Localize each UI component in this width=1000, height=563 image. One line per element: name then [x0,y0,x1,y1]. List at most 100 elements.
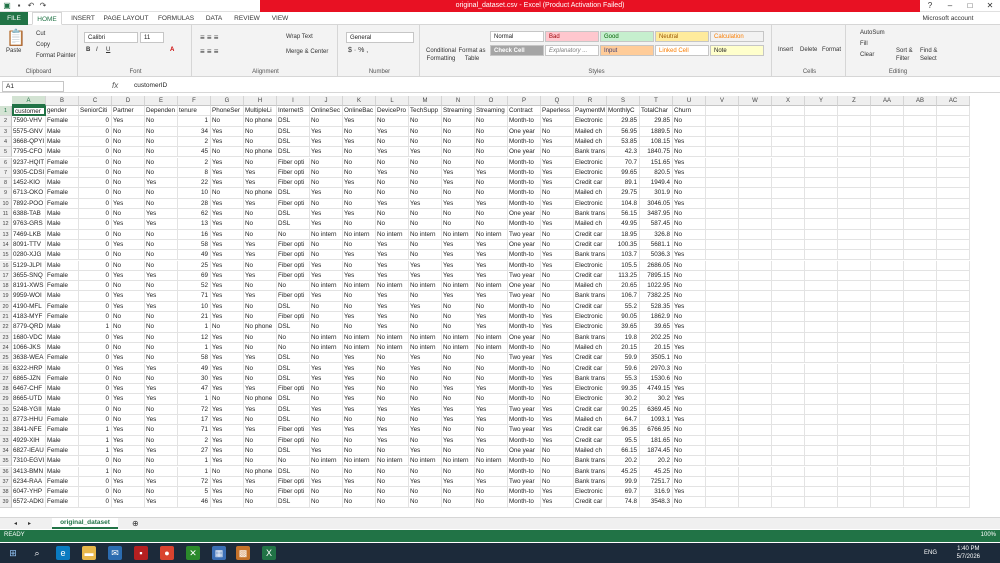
data-cell[interactable] [937,445,970,457]
data-cell[interactable]: 0 [79,476,112,488]
row-header[interactable]: 32 [0,425,12,436]
data-cell[interactable]: No [145,435,178,446]
data-cell[interactable]: No [475,126,508,137]
data-cell[interactable]: No [409,497,442,508]
data-cell[interactable] [772,178,805,189]
data-cell[interactable] [772,415,805,426]
column-header[interactable]: S [607,96,640,106]
data-cell[interactable] [904,476,937,488]
data-cell[interactable] [706,188,739,199]
data-cell[interactable]: Yes [376,126,409,137]
data-cell[interactable] [838,435,871,446]
data-cell[interactable]: No [673,260,706,271]
column-header[interactable]: Q [541,96,574,106]
data-cell[interactable]: Yes [310,209,343,220]
data-cell[interactable]: Yes [112,394,145,405]
data-cell[interactable]: Male [46,260,79,271]
data-cell[interactable] [937,167,970,179]
style-check-cell[interactable]: Check Cell [490,45,544,56]
format-cells-button[interactable]: Format [822,47,841,53]
data-cell[interactable]: 8665-UTD [12,394,46,405]
data-cell[interactable]: Yes [112,425,145,436]
data-cell[interactable]: No [442,466,475,477]
data-cell[interactable]: No [244,445,277,457]
data-cell[interactable]: Male [46,147,79,158]
data-cell[interactable]: 62 [178,209,211,220]
data-cell[interactable]: Month-to [508,373,541,385]
data-cell[interactable]: No [673,229,706,240]
data-cell[interactable]: No intern [409,456,442,467]
data-cell[interactable]: 0 [79,250,112,261]
data-cell[interactable]: 99.65 [607,167,640,179]
data-cell[interactable] [805,394,838,405]
data-cell[interactable]: 58 [178,239,211,251]
data-cell[interactable]: Credit car [574,270,607,282]
data-cell[interactable]: 0 [79,260,112,271]
data-cell[interactable] [904,126,937,137]
data-cell[interactable]: Yes [310,404,343,415]
column-header[interactable]: W [739,96,772,106]
column-header[interactable]: M [409,96,442,106]
data-cell[interactable]: 58 [178,353,211,364]
data-cell[interactable]: Yes [310,188,343,199]
data-cell[interactable]: No intern [343,456,376,467]
data-cell[interactable]: Electronic [574,260,607,271]
data-cell[interactable]: 9959-WOI [12,291,46,302]
data-cell[interactable] [904,363,937,374]
data-cell[interactable]: One year [508,126,541,137]
data-cell[interactable]: 0 [79,394,112,405]
data-cell[interactable]: Yes [244,167,277,179]
data-cell[interactable] [937,136,970,148]
data-cell[interactable]: 69.7 [607,487,640,498]
data-cell[interactable] [706,250,739,261]
data-cell[interactable]: Male [46,229,79,240]
data-cell[interactable]: Month-to [508,363,541,374]
data-cell[interactable] [937,188,970,199]
data-cell[interactable]: Yes [343,373,376,385]
data-cell[interactable]: Yes [673,487,706,498]
data-cell[interactable]: No intern [343,229,376,240]
data-cell[interactable]: No [409,373,442,385]
data-cell[interactable]: Month-to [508,116,541,127]
data-cell[interactable] [838,116,871,127]
data-cell[interactable] [904,497,937,508]
style-linked-cell[interactable]: Linked Cell [655,45,709,56]
data-cell[interactable]: Yes [112,363,145,374]
data-cell[interactable]: Yes [211,198,244,209]
wrap-text-button[interactable]: Wrap Text [286,34,313,40]
data-cell[interactable]: No [475,363,508,374]
data-cell[interactable]: DSL [277,445,310,457]
data-cell[interactable] [706,476,739,488]
data-cell[interactable]: Bank trans [574,291,607,302]
data-cell[interactable]: Yes [211,157,244,168]
data-cell[interactable]: No [343,301,376,312]
data-cell[interactable]: 20.65 [607,281,640,292]
data-cell[interactable]: DSL [277,353,310,364]
data-cell[interactable]: Female [46,116,79,127]
data-cell[interactable]: No [541,456,574,467]
xbox-icon[interactable]: ✕ [186,546,200,560]
data-cell[interactable]: 1093.1 [640,415,673,426]
data-cell[interactable]: Yes [541,250,574,261]
data-cell[interactable] [871,136,904,148]
row-header[interactable]: 28 [0,384,12,395]
data-cell[interactable]: Yes [673,394,706,405]
data-cell[interactable]: 151.65 [640,157,673,168]
data-cell[interactable]: 0 [79,291,112,302]
data-cell[interactable] [904,229,937,240]
data-cell[interactable]: 0 [79,188,112,199]
data-cell[interactable]: No [673,456,706,467]
data-cell[interactable] [838,445,871,457]
data-cell[interactable]: 4183-MYF [12,312,46,323]
data-cell[interactable]: No [145,260,178,271]
data-cell[interactable] [706,435,739,446]
data-cell[interactable] [937,487,970,498]
data-cell[interactable]: No intern [376,332,409,343]
data-cell[interactable]: Fiber opti [277,384,310,395]
data-cell[interactable]: Fiber opti [277,291,310,302]
data-cell[interactable]: No [112,147,145,158]
data-cell[interactable]: 9237-HQIT [12,157,46,168]
data-cell[interactable]: Mailed ch [574,342,607,354]
data-cell[interactable] [805,445,838,457]
data-cell[interactable] [739,445,772,457]
